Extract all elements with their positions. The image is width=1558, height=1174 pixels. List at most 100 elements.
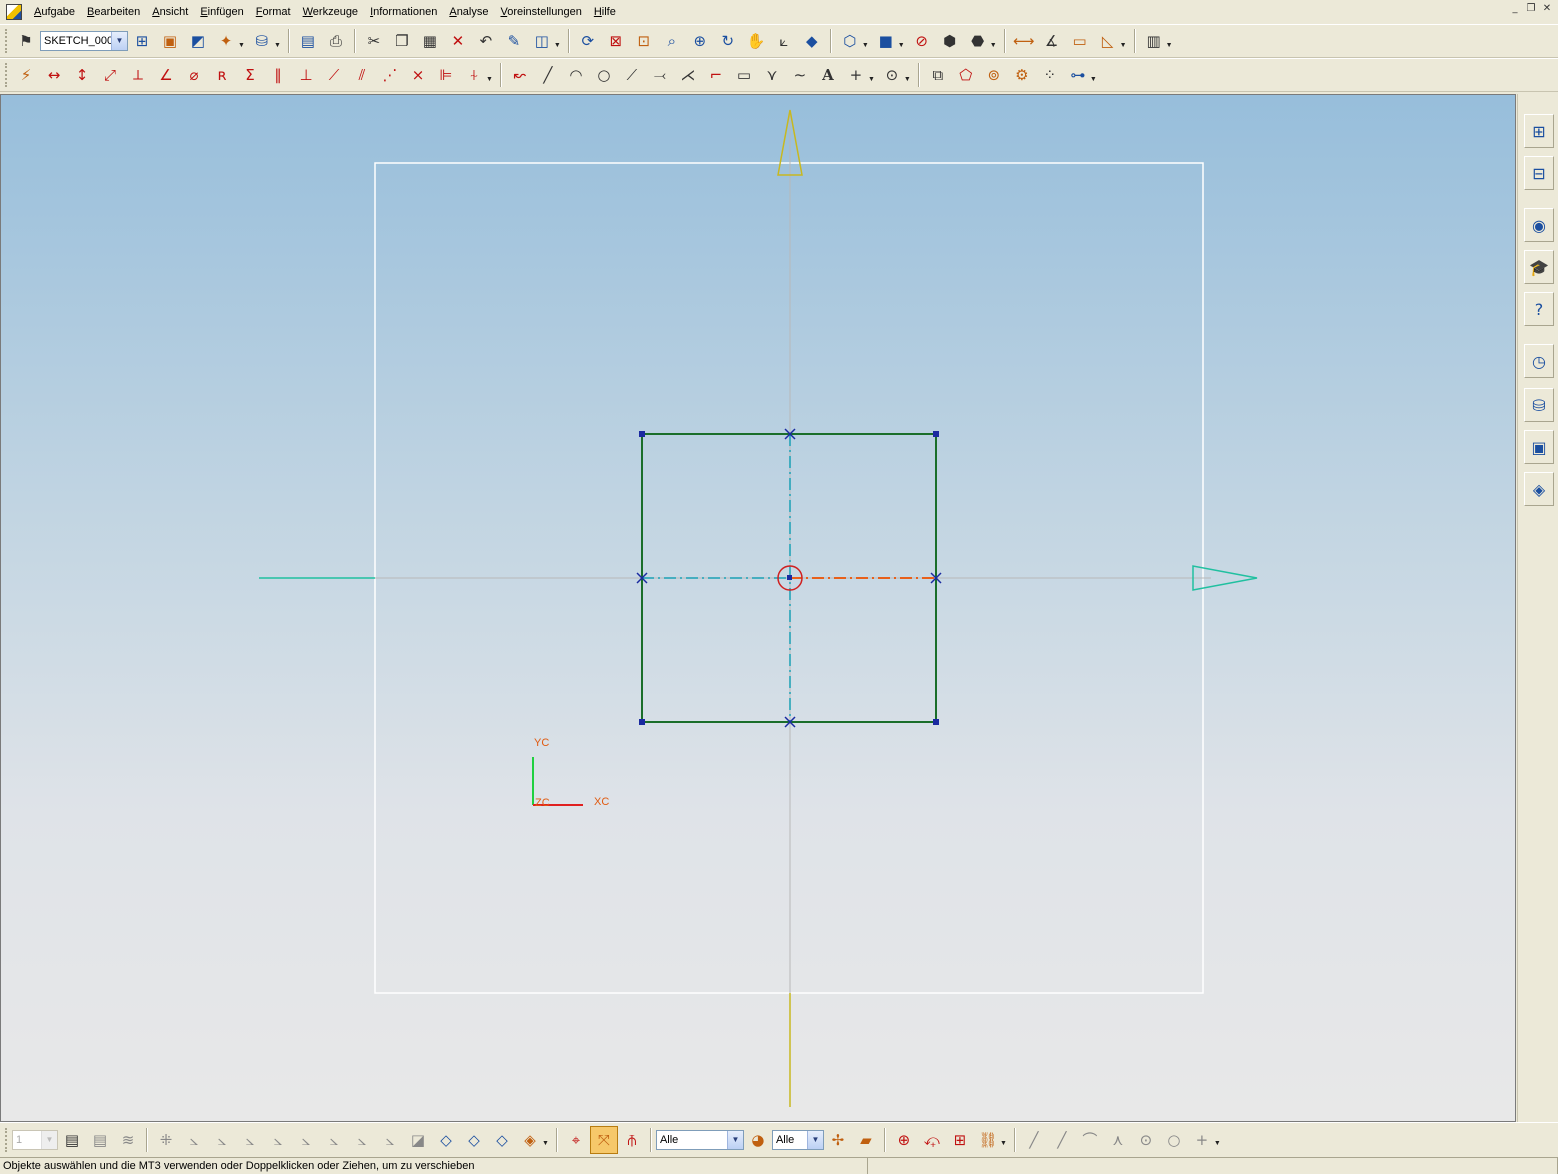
chevron-down-icon[interactable]: ▼ [41, 1130, 57, 1149]
dropdown-arrow-icon[interactable]: ▼ [486, 76, 493, 83]
sketch-name-select[interactable]: SKETCH_000 ▼ [40, 31, 128, 51]
measure-distance-icon[interactable]: ⟷ [1010, 27, 1038, 55]
menu-bearbeiten[interactable]: Bearbeiten [81, 2, 146, 22]
dropdown-arrow-icon[interactable]: ▼ [1214, 1140, 1221, 1147]
dropdown-arrow-icon[interactable]: ▼ [238, 42, 245, 49]
color-filter-icon[interactable]: ◕ [744, 1126, 772, 1154]
update-model-icon[interactable]: ✦ [212, 27, 240, 55]
constraint-parallel-icon[interactable]: ∥ [264, 61, 292, 89]
delete-icon[interactable]: ✕ [444, 27, 472, 55]
menu-einfuegen[interactable]: Einfügen [194, 2, 249, 22]
parallel-dimension-icon[interactable]: ⤢ [96, 61, 124, 89]
chevron-down-icon[interactable]: ▼ [806, 1130, 823, 1149]
training-icon[interactable]: 🎓 [1524, 250, 1554, 284]
show-only-icon[interactable]: ⬢ [936, 27, 964, 55]
intersection-icon[interactable]: ⚙ [1008, 61, 1036, 89]
assembly-navigator-icon[interactable]: ⊞ [1524, 114, 1554, 148]
menu-format[interactable]: Format [250, 2, 297, 22]
curve-filter-line-icon[interactable]: ╱ [1020, 1126, 1048, 1154]
polygon-icon[interactable]: ⋎ [758, 61, 786, 89]
part-navigator-icon[interactable]: ▥ [1140, 27, 1168, 55]
chevron-down-icon[interactable]: ▼ [111, 32, 127, 50]
menu-informationen[interactable]: Informationen [364, 2, 443, 22]
view-section-icon[interactable]: ⬣ [964, 27, 992, 55]
animate-dimension-icon[interactable]: ⊶ [1064, 61, 1092, 89]
print-icon[interactable]: ⎙ [322, 27, 350, 55]
rotate-icon[interactable]: ↻ [714, 27, 742, 55]
snap-arc-center-icon[interactable]: ⦣ [264, 1126, 292, 1154]
mirror-curve-icon[interactable]: ⬠ [952, 61, 980, 89]
layer-select[interactable]: 1 ▼ [12, 1129, 58, 1150]
arc-icon[interactable]: ◠ [562, 61, 590, 89]
snap-grid-icon[interactable]: ⊞ [946, 1126, 974, 1154]
project-curve-icon[interactable]: ⊚ [980, 61, 1008, 89]
select-bodies-icon[interactable]: ◇ [460, 1126, 488, 1154]
finish-sketch-icon[interactable]: ⚑ [12, 27, 40, 55]
sketch-style-icon[interactable]: ◩ [184, 27, 212, 55]
constraint-equal-icon[interactable]: ⫽ [348, 61, 376, 89]
system-materials-icon[interactable]: ◈ [1524, 472, 1554, 506]
snap-end-point-icon[interactable]: ⦣ [180, 1126, 208, 1154]
show-hide-icon[interactable]: ◫ [528, 27, 556, 55]
perimeter-dimension-icon[interactable]: Σ [236, 61, 264, 89]
dropdown-arrow-icon[interactable]: ▼ [1090, 76, 1097, 83]
layer-settings-icon[interactable]: ▤ [58, 1126, 86, 1154]
angular-dimension-icon[interactable]: ∠ [152, 61, 180, 89]
snap-rotate-icon[interactable]: ⤽ [918, 1126, 946, 1154]
move-to-layer-icon[interactable]: ≋ [114, 1126, 142, 1154]
delay-eval-icon[interactable]: ⛁ [248, 27, 276, 55]
inferred-dimension-icon[interactable]: ⚡ [12, 61, 40, 89]
save-icon[interactable]: ▤ [294, 27, 322, 55]
snap-existing-point-icon[interactable]: ⁜ [152, 1126, 180, 1154]
dropdown-arrow-icon[interactable]: ▼ [1120, 42, 1127, 49]
select-move-icon[interactable]: ⤧ [589, 1125, 618, 1154]
snap-point-on-curve-icon[interactable]: ⦣ [320, 1126, 348, 1154]
quick-extend-icon[interactable]: ⤙ [646, 61, 674, 89]
line-icon[interactable]: ╱ [534, 61, 562, 89]
menu-voreinstellungen[interactable]: Voreinstellungen [494, 2, 587, 22]
close-icon[interactable]: ✕ [1540, 3, 1554, 15]
sketch-canvas[interactable]: YC ZC XC [1, 95, 1516, 1122]
toolbar-grip[interactable] [5, 29, 9, 53]
rectangle-icon[interactable]: ▭ [730, 61, 758, 89]
menu-ansicht[interactable]: Ansicht [146, 2, 194, 22]
trimetric-icon[interactable]: ◆ [798, 27, 826, 55]
profile-icon[interactable]: ↜ [506, 61, 534, 89]
hide-icon[interactable]: ⊘ [908, 27, 936, 55]
select-features-icon[interactable]: ◈ [516, 1126, 544, 1154]
constraint-perpendicular-icon[interactable]: ⊥ [292, 61, 320, 89]
alternate-solution-icon[interactable]: ⍭ [460, 61, 488, 89]
curve-filter-spline-icon[interactable]: ⌒ [1076, 1126, 1104, 1154]
deselect-all-icon[interactable]: ⌖ [562, 1126, 590, 1154]
web-browser-icon[interactable]: ◉ [1524, 208, 1554, 242]
restore-icon[interactable]: ❐ [1524, 3, 1538, 15]
pan-icon[interactable]: ✋ [742, 27, 770, 55]
zoom-window-icon[interactable]: ⊡ [630, 27, 658, 55]
snap-quadrant-icon[interactable]: ⦣ [292, 1126, 320, 1154]
dropdown-arrow-icon[interactable]: ▼ [898, 42, 905, 49]
chevron-down-icon[interactable]: ▼ [726, 1130, 743, 1149]
curve-filter-circle-center-icon[interactable]: ⊙ [1132, 1126, 1160, 1154]
minimize-icon[interactable]: _ [1508, 3, 1522, 15]
dropdown-arrow-icon[interactable]: ▼ [1000, 1140, 1007, 1147]
graphics-window[interactable]: YC ZC XC [0, 94, 1516, 1122]
measure-length-icon[interactable]: ▭ [1066, 27, 1094, 55]
dropdown-arrow-icon[interactable]: ▼ [862, 42, 869, 49]
circle-icon[interactable]: ○ [590, 61, 618, 89]
constraint-tangent-icon[interactable]: ⟋ [320, 61, 348, 89]
point-icon[interactable]: + [842, 61, 870, 89]
text-icon[interactable]: A [814, 61, 842, 89]
dropdown-arrow-icon[interactable]: ▼ [542, 1140, 549, 1147]
layer-visible-icon[interactable]: ▤ [86, 1126, 114, 1154]
zoom-icon[interactable]: ⊕ [686, 27, 714, 55]
constraint-horizontal-icon[interactable]: ⋰ [376, 61, 404, 89]
shaded-icon[interactable]: ■ [872, 27, 900, 55]
make-corner-icon[interactable]: ⋌ [674, 61, 702, 89]
show-constraints-icon[interactable]: ⨯ [404, 61, 432, 89]
offset-curve-icon[interactable]: ⧉ [924, 61, 952, 89]
dropdown-arrow-icon[interactable]: ▼ [868, 76, 875, 83]
dropdown-arrow-icon[interactable]: ▼ [554, 42, 561, 49]
app-icon[interactable] [6, 4, 22, 20]
snap-point-on-surface-icon[interactable]: ⦣ [348, 1126, 376, 1154]
curve-filter-arc-icon[interactable]: ⋏ [1104, 1126, 1132, 1154]
